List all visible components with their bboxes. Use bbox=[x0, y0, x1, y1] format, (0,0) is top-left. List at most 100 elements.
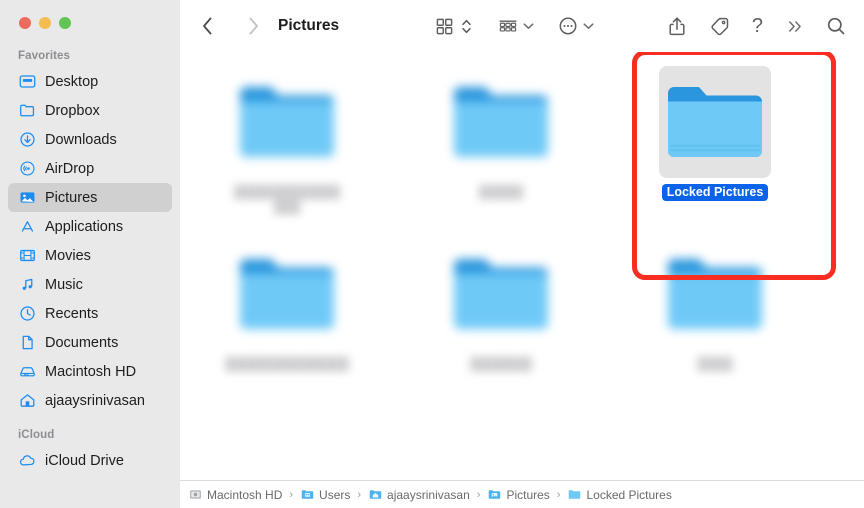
close-button[interactable] bbox=[19, 17, 31, 29]
sidebar-item-music[interactable]: Music bbox=[8, 270, 172, 299]
folder-item[interactable]: █████ bbox=[394, 66, 608, 216]
harddisk-icon bbox=[18, 363, 36, 381]
folder-item[interactable]: ████ bbox=[608, 238, 822, 373]
folder-label: ████ bbox=[697, 357, 733, 371]
folder-icon-tile bbox=[231, 238, 343, 350]
sidebar-item-desktop[interactable]: Desktop bbox=[8, 67, 172, 96]
folder-label: █████ bbox=[478, 185, 524, 199]
main-pane: Pictures ? ████████████ ███ █████ Locked… bbox=[180, 0, 864, 508]
sidebar-section-header-favorites: Favorites bbox=[18, 50, 71, 62]
folder-item[interactable]: ████████████ ███ bbox=[180, 66, 394, 216]
breadcrumb-label: ajaaysrinivasan bbox=[387, 487, 470, 502]
home-icon bbox=[18, 392, 36, 410]
sidebar-item-label: Applications bbox=[45, 218, 124, 235]
breadcrumb-label: Locked Pictures bbox=[586, 487, 672, 502]
folder-icon bbox=[668, 87, 762, 157]
sidebar-item-label: ajaaysrinivasan bbox=[45, 392, 145, 409]
pictures-folder-icon bbox=[487, 488, 501, 502]
sidebar-item-label: Music bbox=[45, 276, 83, 293]
folder-icon bbox=[454, 87, 548, 157]
toolbar: Pictures ? bbox=[180, 0, 864, 52]
sidebar-item-documents[interactable]: Documents bbox=[8, 328, 172, 357]
cloud-icon bbox=[18, 452, 36, 470]
sidebar-item-label: Downloads bbox=[45, 131, 117, 148]
folder-icon bbox=[18, 102, 36, 120]
forward-button[interactable] bbox=[240, 11, 266, 41]
icon-view-icon bbox=[435, 17, 454, 36]
tag-button[interactable] bbox=[709, 16, 730, 37]
finder-window: Favorites Desktop Dropbox Downloads AirD… bbox=[0, 0, 864, 508]
breadcrumb-item-users[interactable]: Users bbox=[300, 488, 350, 502]
overflow-button[interactable] bbox=[787, 18, 804, 35]
sidebar-item-macintosh-hd[interactable]: Macintosh HD bbox=[8, 357, 172, 386]
folder-icon-tile bbox=[445, 66, 557, 178]
chevron-updown-icon[interactable] bbox=[461, 17, 472, 36]
folder-icon bbox=[240, 259, 334, 329]
breadcrumb-separator: › bbox=[556, 488, 561, 501]
folder-icon bbox=[567, 488, 581, 502]
more-actions-button[interactable] bbox=[558, 16, 594, 36]
toolbar-right-group: ? bbox=[667, 16, 846, 37]
airdrop-icon bbox=[18, 160, 36, 178]
icon-view-button[interactable] bbox=[435, 17, 472, 36]
file-grid[interactable]: ████████████ ███ █████ Locked Pictures █… bbox=[180, 52, 864, 480]
folder-label: ███████ bbox=[470, 357, 532, 371]
sidebar-item-dropbox[interactable]: Dropbox bbox=[8, 96, 172, 125]
search-button[interactable] bbox=[826, 16, 846, 36]
sidebar: Favorites Desktop Dropbox Downloads AirD… bbox=[0, 0, 180, 508]
chevron-down-icon[interactable] bbox=[583, 22, 594, 30]
sidebar-item-movies[interactable]: Movies bbox=[8, 241, 172, 270]
breadcrumb-item-home[interactable]: ajaaysrinivasan bbox=[368, 488, 470, 502]
chevron-down-icon[interactable] bbox=[523, 22, 534, 30]
breadcrumb-item-pictures[interactable]: Pictures bbox=[487, 487, 550, 502]
sidebar-item-label: Desktop bbox=[45, 73, 99, 90]
group-by-button[interactable] bbox=[498, 17, 534, 36]
ellipsis-circle-icon bbox=[558, 16, 578, 36]
sidebar-item-label: Documents bbox=[45, 334, 119, 351]
breadcrumb-separator: › bbox=[476, 488, 481, 501]
harddisk-icon bbox=[188, 488, 202, 502]
music-note-icon bbox=[18, 276, 36, 294]
share-button[interactable] bbox=[667, 16, 687, 37]
folder-item[interactable]: ██████████████ bbox=[180, 238, 394, 373]
folder-icon bbox=[240, 87, 334, 157]
breadcrumb-label: Macintosh HD bbox=[207, 487, 283, 502]
sidebar-item-recents[interactable]: Recents bbox=[8, 299, 172, 328]
folder-icon-tile bbox=[231, 66, 343, 178]
download-icon bbox=[18, 131, 36, 149]
minimize-button[interactable] bbox=[39, 17, 51, 29]
document-icon bbox=[18, 334, 36, 352]
sidebar-section-header-icloud: iCloud bbox=[18, 429, 55, 441]
desktop-icon bbox=[18, 73, 36, 91]
sidebar-item-icloud-drive[interactable]: iCloud Drive bbox=[8, 446, 172, 475]
breadcrumb-item-macintosh-hd[interactable]: Macintosh HD bbox=[188, 488, 282, 502]
file-grid-row: ██████████████ ███████ ████ bbox=[180, 216, 864, 373]
folder-icon bbox=[668, 259, 762, 329]
folder-icon-tile bbox=[445, 238, 557, 350]
folder-item-locked-pictures[interactable]: Locked Pictures bbox=[608, 66, 822, 216]
breadcrumb-item-locked-pictures[interactable]: Locked Pictures bbox=[567, 487, 672, 502]
clock-icon bbox=[18, 305, 36, 323]
window-controls bbox=[0, 0, 180, 44]
folder-icon-tile bbox=[659, 66, 771, 178]
sidebar-item-downloads[interactable]: Downloads bbox=[8, 125, 172, 154]
sidebar-item-home[interactable]: ajaaysrinivasan bbox=[8, 386, 172, 415]
pictures-icon bbox=[18, 189, 36, 207]
film-icon bbox=[18, 247, 36, 265]
sidebar-item-label: iCloud Drive bbox=[45, 452, 124, 469]
home-folder-icon bbox=[368, 488, 382, 502]
sidebar-item-applications[interactable]: Applications bbox=[8, 212, 172, 241]
folder-icon-tile bbox=[659, 238, 771, 350]
folder-label: ██████████████ bbox=[225, 357, 349, 371]
sidebar-item-airdrop[interactable]: AirDrop bbox=[8, 154, 172, 183]
folder-item[interactable]: ███████ bbox=[394, 238, 608, 373]
sidebar-item-pictures[interactable]: Pictures bbox=[8, 183, 172, 212]
sidebar-item-label: Movies bbox=[45, 247, 91, 264]
back-button[interactable] bbox=[194, 11, 220, 41]
folder-label: ████████████ ███ bbox=[233, 185, 341, 214]
sidebar-item-label: Macintosh HD bbox=[45, 363, 137, 380]
maximize-button[interactable] bbox=[59, 17, 71, 29]
breadcrumb-label: Users bbox=[319, 487, 351, 502]
help-button[interactable]: ? bbox=[752, 16, 763, 36]
breadcrumb-label: Pictures bbox=[506, 487, 550, 502]
